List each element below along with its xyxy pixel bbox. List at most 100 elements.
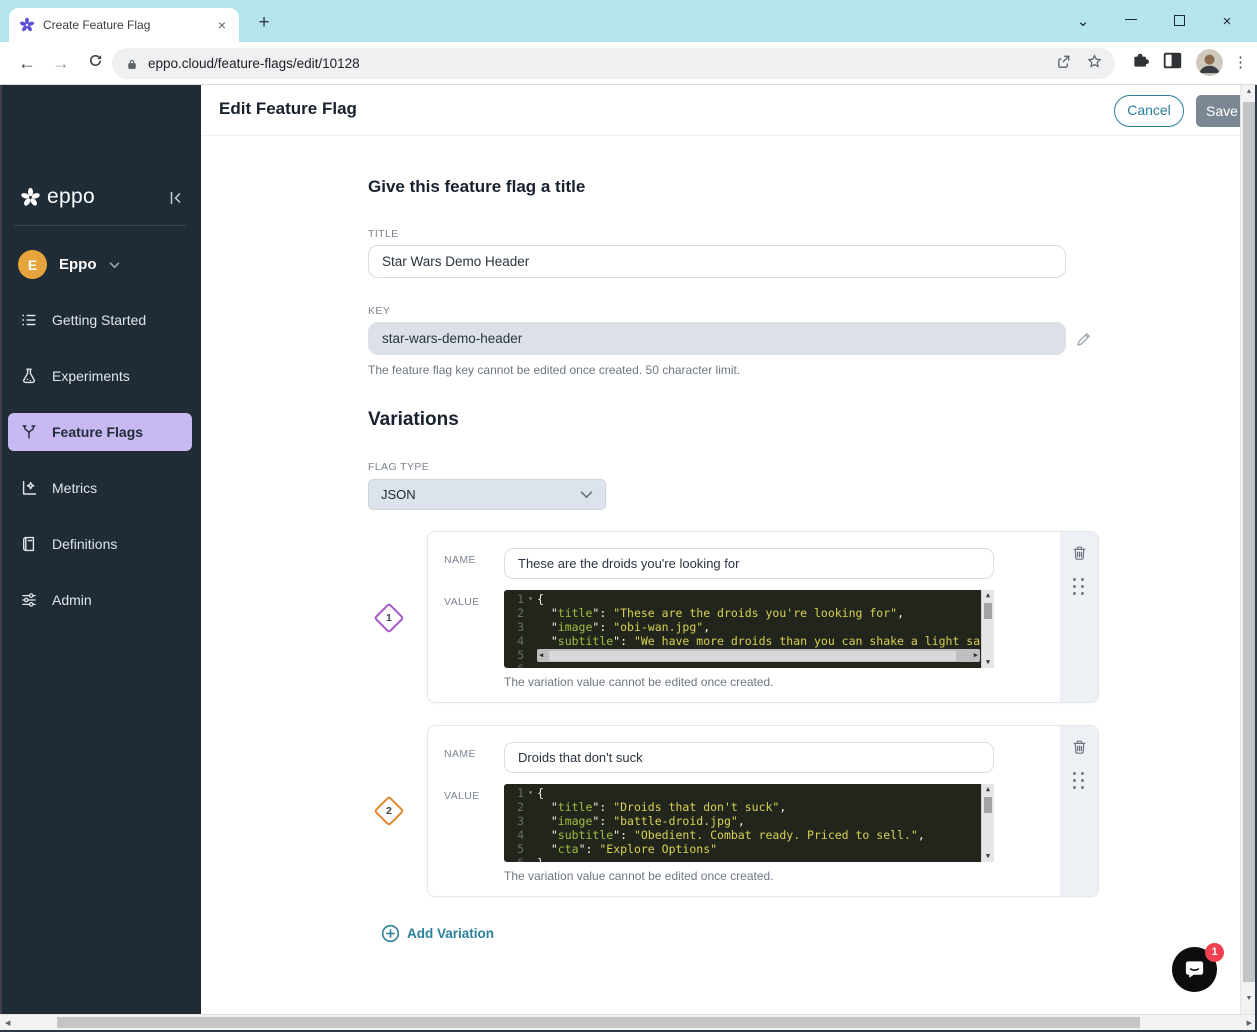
variation-card-side-strip xyxy=(1060,726,1098,896)
variation-1-code-editor[interactable]: 1▾{2 "title": "These are the droids you'… xyxy=(504,590,994,668)
sidebar-item-metrics[interactable]: Metrics xyxy=(8,469,192,507)
code-line: 5 "cta": "Explore Options" xyxy=(504,842,994,856)
reload-button[interactable] xyxy=(82,50,108,76)
bookmark-button[interactable] xyxy=(1086,53,1103,75)
delete-variation-button[interactable] xyxy=(1070,544,1088,567)
code-line: 1▾{ xyxy=(504,592,994,606)
drag-handle[interactable] xyxy=(1073,578,1084,595)
editor-vertical-scrollbar[interactable]: ▲▼ xyxy=(981,784,994,862)
scroll-left-arrow[interactable]: ◀ xyxy=(5,1019,10,1027)
scroll-right-arrow[interactable]: ▶ xyxy=(1247,1019,1252,1027)
tab-close-icon[interactable]: × xyxy=(215,17,229,33)
window-maximize-button[interactable] xyxy=(1167,13,1191,30)
code-line: 3 "image": "obi-wan.jpg", xyxy=(504,620,994,634)
profile-avatar[interactable] xyxy=(1196,49,1223,76)
scrollbar-thumb[interactable] xyxy=(984,603,992,619)
flag-type-select[interactable]: JSON xyxy=(368,479,606,510)
variations-heading: Variations xyxy=(368,409,459,431)
code-line: 4 "subtitle": "Obedient. Combat ready. P… xyxy=(504,828,994,842)
reload-icon xyxy=(87,52,104,69)
scrollbar-thumb[interactable] xyxy=(984,797,992,813)
sidebar-item-label: Getting Started xyxy=(52,312,146,328)
key-input xyxy=(368,322,1066,355)
scrollbar-thumb[interactable] xyxy=(57,1017,1140,1028)
workspace-switcher[interactable]: E Eppo xyxy=(18,250,120,279)
checklist-icon xyxy=(20,311,38,329)
scrollbar-thumb[interactable] xyxy=(549,651,956,661)
sidebar-item-admin[interactable]: Admin xyxy=(8,581,192,619)
variation-card-2: NAME VALUE 1▾{2 "title": "Droids that do… xyxy=(427,725,1099,897)
sidebar-item-label: Admin xyxy=(52,592,92,608)
new-tab-button[interactable]: + xyxy=(252,11,276,35)
sidebar-item-getting-started[interactable]: Getting Started xyxy=(8,301,192,339)
page-horizontal-scrollbar[interactable]: ◀ ▶ xyxy=(0,1014,1257,1030)
window-close-button[interactable]: × xyxy=(1215,13,1239,30)
title-label: TITLE xyxy=(368,228,399,240)
edit-key-button[interactable] xyxy=(1075,330,1093,353)
variation-2-badge: 2 xyxy=(373,795,404,826)
side-panel-icon xyxy=(1163,52,1182,69)
key-help-text: The feature flag key cannot be edited on… xyxy=(368,363,740,377)
flag-type-label: FLAG TYPE xyxy=(368,461,429,473)
eppo-favicon-icon xyxy=(19,17,35,33)
sidebar-collapse-button[interactable] xyxy=(166,188,186,213)
code-line: 2 "title": "Droids that don't suck", xyxy=(504,800,994,814)
sidebar-item-label: Feature Flags xyxy=(52,424,143,440)
browser-tab[interactable]: Create Feature Flag × xyxy=(9,8,239,42)
avatar-photo xyxy=(1196,49,1223,76)
extensions-button[interactable] xyxy=(1131,50,1151,75)
url-text: eppo.cloud/feature-flags/edit/10128 xyxy=(148,56,1041,71)
editor-horizontal-scrollbar[interactable]: ◀▶ xyxy=(537,649,980,662)
drag-handle[interactable] xyxy=(1073,772,1084,789)
variation-1-name-input[interactable] xyxy=(504,548,994,579)
page-title: Edit Feature Flag xyxy=(219,99,357,119)
share-button[interactable] xyxy=(1055,53,1072,75)
side-panel-button[interactable] xyxy=(1163,52,1182,74)
metrics-chart-icon xyxy=(20,479,38,497)
sidebar-item-definitions[interactable]: Definitions xyxy=(8,525,192,563)
scrollbar-thumb[interactable] xyxy=(1243,102,1255,982)
variation-1-badge: 1 xyxy=(373,602,404,633)
code-line: 4 "subtitle": "We have more droids than … xyxy=(504,634,994,648)
chat-unread-badge: 1 xyxy=(1205,943,1224,962)
browser-menu-button[interactable]: ⋮ xyxy=(1233,50,1247,76)
add-variation-label: Add Variation xyxy=(407,926,494,941)
back-button[interactable]: ← xyxy=(14,50,40,76)
window-minimize-button[interactable] xyxy=(1119,13,1143,30)
chevron-down-icon xyxy=(109,261,120,269)
flask-icon xyxy=(20,367,38,385)
key-label: KEY xyxy=(368,305,390,317)
branch-split-icon xyxy=(20,423,38,441)
value-help-text: The variation value cannot be edited onc… xyxy=(504,869,774,883)
eppo-logo[interactable]: eppo xyxy=(20,185,95,209)
name-label: NAME xyxy=(444,554,476,566)
code-line: 2 "title": "These are the droids you're … xyxy=(504,606,994,620)
eppo-flower-icon xyxy=(20,187,41,208)
plus-circle-icon xyxy=(381,924,400,943)
tab-search-chevron-icon[interactable]: ⌄ xyxy=(1071,12,1095,30)
cancel-button[interactable]: Cancel xyxy=(1114,95,1184,127)
workspace-name: Eppo xyxy=(59,256,97,273)
lock-icon xyxy=(124,56,140,72)
browser-titlebar: Create Feature Flag × + ⌄ × xyxy=(0,0,1257,42)
variation-2-code-editor[interactable]: 1▾{2 "title": "Droids that don't suck",3… xyxy=(504,784,994,862)
chevron-down-icon xyxy=(580,490,593,499)
page-header: Edit Feature Flag Cancel Save xyxy=(201,85,1240,136)
pencil-icon xyxy=(1075,330,1093,348)
trash-icon xyxy=(1070,544,1088,562)
forward-button[interactable]: → xyxy=(48,50,74,76)
browser-window: Create Feature Flag × + ⌄ × ← → eppo.clo… xyxy=(0,0,1257,1032)
flag-type-value: JSON xyxy=(381,487,416,502)
sidebar-item-feature-flags[interactable]: Feature Flags xyxy=(8,413,192,451)
value-label: VALUE xyxy=(444,596,480,608)
editor-vertical-scrollbar[interactable]: ▲▼ xyxy=(981,590,994,668)
variation-2-name-input[interactable] xyxy=(504,742,994,773)
sidebar-item-experiments[interactable]: Experiments xyxy=(8,357,192,395)
tab-title: Create Feature Flag xyxy=(43,18,207,32)
delete-variation-button[interactable] xyxy=(1070,738,1088,761)
trash-icon xyxy=(1070,738,1088,756)
add-variation-button[interactable]: Add Variation xyxy=(381,924,494,943)
app-sidebar: eppo E Eppo Getting Started xyxy=(0,85,201,1014)
address-bar[interactable]: eppo.cloud/feature-flags/edit/10128 xyxy=(112,48,1115,79)
title-input[interactable] xyxy=(368,245,1066,278)
